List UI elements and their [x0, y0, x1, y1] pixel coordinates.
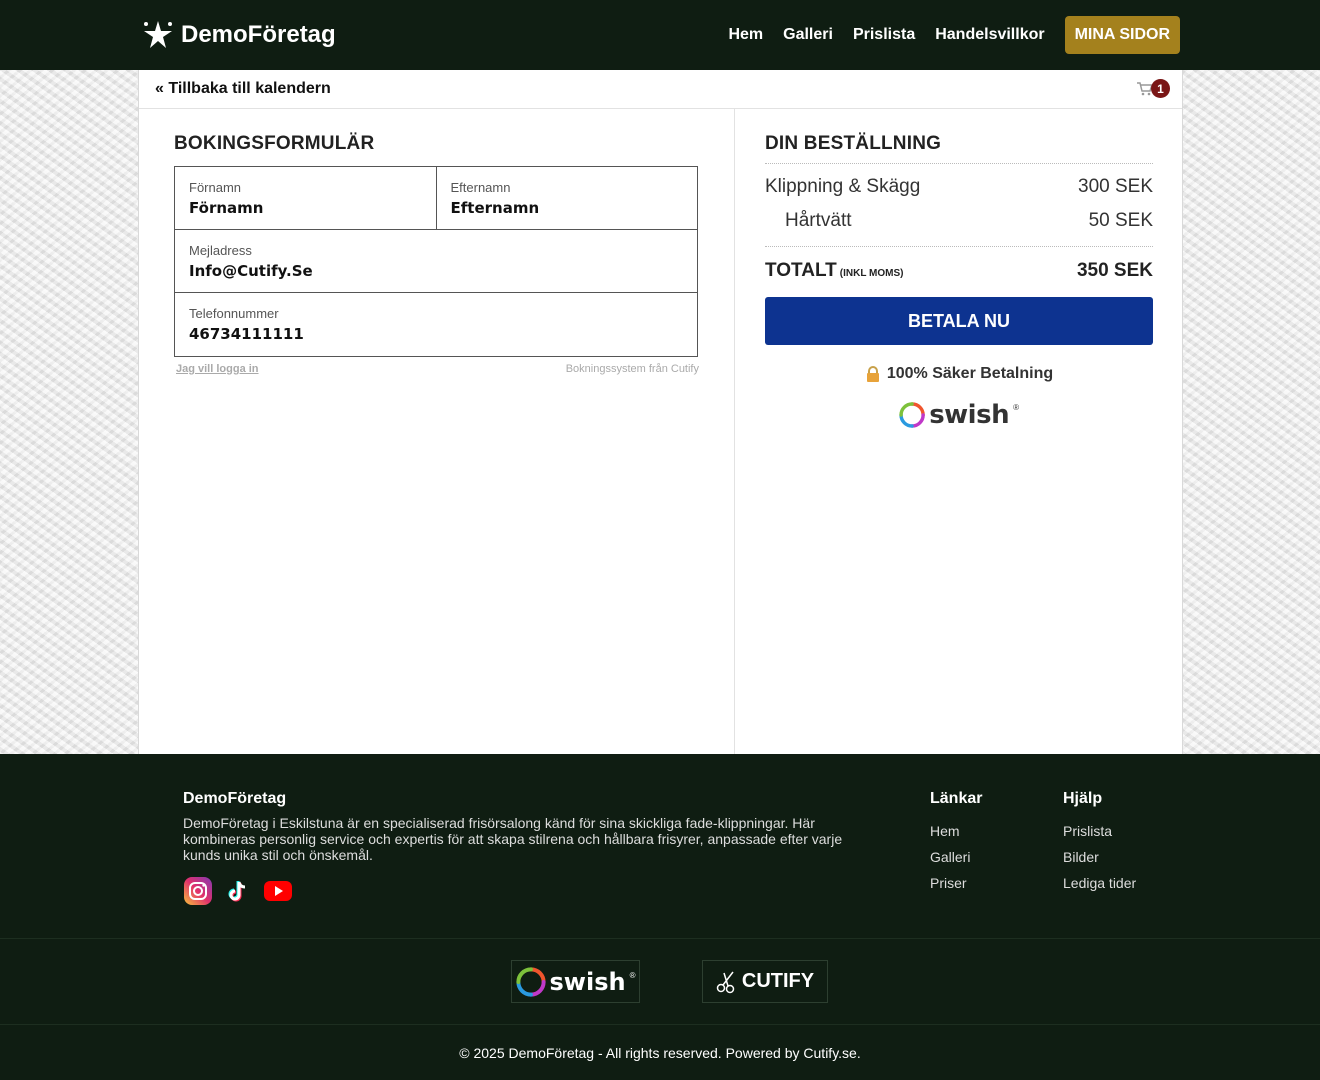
partner-swish-wordmark: swish	[549, 967, 626, 996]
footer-help-column: Hjälp Prislista Bilder Lediga tider	[1063, 790, 1136, 901]
powered-by-text: Bokningssystem från Cutify	[565, 363, 699, 375]
footer-link-bilder[interactable]: Bilder	[1063, 849, 1136, 865]
lock-icon	[866, 366, 879, 382]
social-links	[183, 876, 293, 906]
card-topbar: « Tillbaka till kalendern 1	[139, 70, 1182, 109]
brand-name: DemoFöretag	[181, 21, 336, 48]
phone-value[interactable]: 46734111111	[189, 325, 683, 343]
secure-payment: 100% Säker Betalning	[765, 365, 1153, 383]
mina-sidor-button[interactable]: MINA SIDOR	[1064, 16, 1180, 54]
scissors-icon	[716, 971, 735, 993]
order-item: Klippning & Skägg 300 SEK	[765, 176, 1153, 198]
order-item-price: 50 SEK	[1088, 210, 1153, 231]
partner-swish[interactable]: swish ®	[511, 960, 640, 1003]
footer-link-prislista[interactable]: Prislista	[1063, 823, 1136, 839]
nav-galleri[interactable]: Galleri	[783, 26, 833, 44]
order-summary: DIN BESTÄLLNING Klippning & Skägg 300 SE…	[765, 133, 1153, 435]
footer-divider	[0, 938, 1320, 939]
phone-row: Telefonnummer 46734111111	[175, 293, 697, 356]
column-divider	[734, 109, 735, 754]
footer-description: DemoFöretag i Eskilstuna är en specialis…	[183, 815, 843, 863]
copyright: © 2025 DemoFöretag - All rights reserved…	[459, 1045, 861, 1061]
main-nav: Hem Galleri Prislista Handelsvillkor MIN…	[728, 16, 1180, 54]
swish-wordmark: swish	[929, 400, 1010, 430]
footer-link-priser[interactable]: Priser	[930, 875, 982, 891]
phone-field[interactable]: Telefonnummer 46734111111	[175, 293, 697, 356]
form-title: BOKINGSFORMULÄR	[174, 133, 375, 154]
phone-label: Telefonnummer	[189, 306, 279, 321]
footer-link-hem[interactable]: Hem	[930, 823, 982, 839]
footer-brand: DemoFöretag	[183, 790, 287, 807]
youtube-icon[interactable]	[263, 876, 293, 906]
cart-button[interactable]: 1	[1137, 79, 1170, 98]
first-name-value[interactable]: Förnamn	[189, 199, 422, 217]
email-field[interactable]: Mejladress Info@Cutify.Se	[175, 230, 697, 292]
total-value: 350 SEK	[1076, 260, 1153, 281]
order-item-name: Klippning & Skägg	[765, 176, 921, 197]
tiktok-icon[interactable]	[223, 876, 253, 906]
form-footer: Jag vill logga in Bokningssystem från Cu…	[174, 363, 699, 375]
help-title: Hjälp	[1063, 790, 1103, 807]
order-item-name: Hårtvätt	[785, 210, 852, 231]
swish-mark-icon	[899, 402, 925, 428]
order-total: TOTALT (INKL MOMS) 350 SEK	[765, 260, 1153, 282]
first-name-label: Förnamn	[189, 180, 242, 195]
partner-cutify-wordmark: CUTIFY	[741, 970, 815, 992]
nav-hem[interactable]: Hem	[728, 26, 763, 44]
swish-logo: swish ®	[899, 395, 1019, 435]
last-name-field[interactable]: Efternamn Efternamn	[435, 167, 698, 229]
nav-handelsvillkor[interactable]: Handelsvillkor	[935, 26, 1044, 44]
swish-registered: ®	[1013, 403, 1019, 412]
links-title: Länkar	[930, 790, 983, 807]
order-item-price: 300 SEK	[1078, 176, 1153, 197]
partner-cutify[interactable]: CUTIFY	[702, 960, 828, 1003]
swish-mark-icon	[515, 966, 546, 997]
nav-prislista[interactable]: Prislista	[853, 26, 915, 44]
total-note: (INKL MOMS)	[839, 268, 904, 279]
order-title: DIN BESTÄLLNING	[765, 133, 1153, 164]
total-label-text: TOTALT	[765, 260, 837, 281]
booking-form: BOKINGSFORMULÄR Förnamn Förnamn Efternam…	[174, 133, 699, 375]
footer-divider	[0, 1024, 1320, 1025]
name-row: Förnamn Förnamn Efternamn Efternamn	[175, 167, 697, 230]
secure-text: 100% Säker Betalning	[886, 365, 1054, 382]
footer-link-galleri[interactable]: Galleri	[930, 849, 982, 865]
brand[interactable]: DemoFöretag	[141, 18, 336, 52]
form-fields: Förnamn Förnamn Efternamn Efternamn Mejl…	[174, 166, 698, 357]
back-to-calendar-link[interactable]: « Tillbaka till kalendern	[155, 80, 331, 98]
email-label: Mejladress	[189, 243, 252, 258]
login-link[interactable]: Jag vill logga in	[176, 363, 259, 375]
pay-now-button[interactable]: BETALA NU	[765, 297, 1153, 345]
booking-card: « Tillbaka till kalendern 1 BOKINGSFORMU…	[138, 70, 1183, 754]
cart-count-badge: 1	[1151, 79, 1170, 98]
footer-links-column: Länkar Hem Galleri Priser	[930, 790, 982, 901]
email-value[interactable]: Info@Cutify.Se	[189, 262, 683, 280]
site-header: DemoFöretag Hem Galleri Prislista Handel…	[0, 0, 1320, 70]
last-name-label: Efternamn	[450, 180, 511, 195]
order-item: Hårtvätt 50 SEK	[765, 210, 1153, 247]
last-name-value[interactable]: Efternamn	[451, 199, 684, 217]
site-footer: DemoFöretag DemoFöretag i Eskilstuna är …	[0, 754, 1320, 1080]
email-row: Mejladress Info@Cutify.Se	[175, 230, 697, 293]
footer-link-lediga-tider[interactable]: Lediga tider	[1063, 875, 1136, 891]
instagram-icon[interactable]	[183, 876, 213, 906]
partner-swish-registered: ®	[629, 971, 636, 980]
star-burst-icon	[144, 21, 172, 48]
total-label: TOTALT (INKL MOMS)	[765, 260, 903, 282]
first-name-field[interactable]: Förnamn Förnamn	[175, 167, 436, 229]
